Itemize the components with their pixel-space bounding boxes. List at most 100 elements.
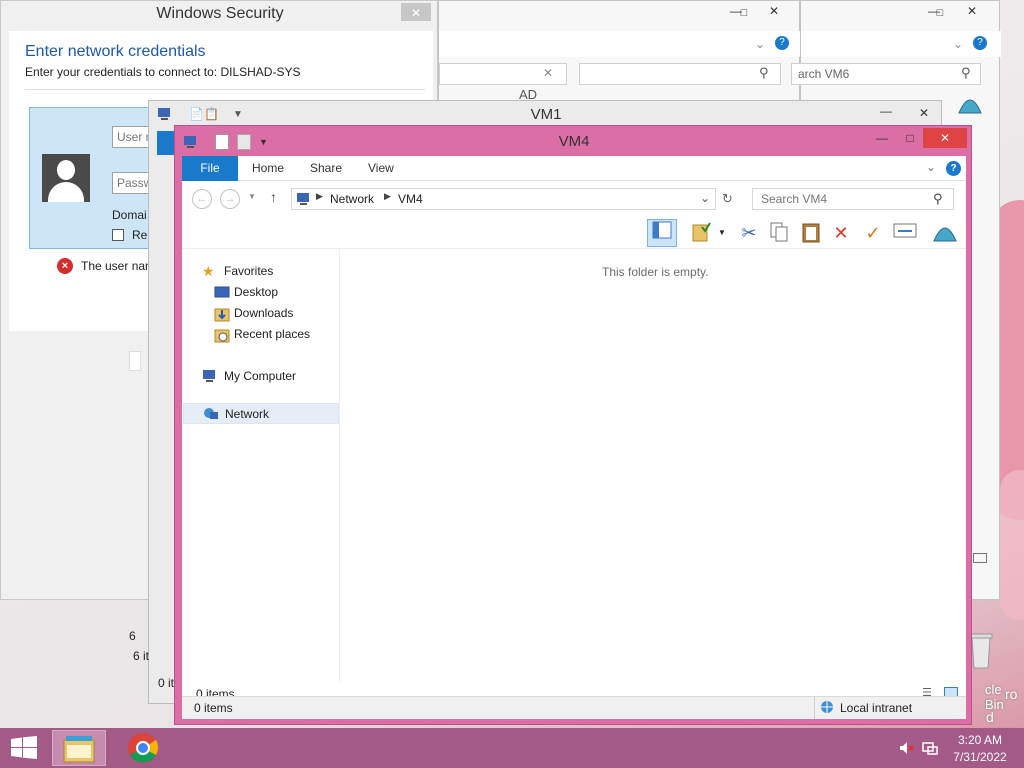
close-button[interactable]: ✕ (759, 1, 789, 21)
tab-home[interactable]: Home (252, 156, 284, 181)
nav-favorites-label: Favorites (224, 264, 274, 278)
search-input[interactable] (579, 63, 781, 85)
breadcrumb-vm4[interactable]: VM4 (398, 192, 423, 206)
chevron-down-icon[interactable]: ⌄ (953, 37, 963, 51)
help-icon[interactable]: ? (775, 36, 789, 50)
volume-muted-icon[interactable] (898, 740, 914, 756)
search-placeholder: Search VM4 (761, 192, 828, 206)
ribbon (801, 31, 1001, 57)
downloads-icon (214, 306, 230, 322)
desktop-icon (214, 285, 230, 299)
windows-start-icon[interactable] (10, 736, 38, 760)
nav-network[interactable]: Network (183, 403, 339, 424)
globe-icon (820, 700, 834, 714)
breadcrumb-network[interactable]: Network (330, 192, 374, 206)
credentials-heading: Enter network credentials (25, 43, 206, 60)
close-button[interactable]: ✕ (401, 3, 431, 21)
search-input[interactable]: Search VM4 ⚲ (752, 188, 954, 210)
file-explorer-taskbar-button[interactable] (52, 730, 106, 766)
maximize-icon[interactable]: □ (925, 3, 955, 23)
security-zone: Local intranet (840, 701, 913, 715)
network-tray-icon[interactable] (922, 740, 938, 756)
nav-computer-label: My Computer (224, 369, 297, 383)
clock-time[interactable]: 3:20 AM (950, 733, 1010, 747)
minimize-button[interactable]: — (867, 128, 897, 148)
refresh-icon[interactable]: ✕ (543, 66, 553, 80)
dropdown-arrow-icon[interactable]: ▼ (718, 228, 726, 237)
nav-recent-label: Recent places (234, 327, 311, 341)
shell-icon[interactable] (932, 221, 958, 245)
dialog-title: Windows Security (156, 5, 284, 22)
file-tab-partial[interactable] (157, 131, 175, 155)
help-icon[interactable]: ? (973, 36, 987, 50)
outer-status-bar: 0 items Local intranet (182, 696, 966, 719)
clock-date[interactable]: 7/31/2022 (950, 750, 1010, 764)
divider (25, 89, 425, 90)
breadcrumb-separator-icon[interactable]: ▶ (384, 191, 391, 202)
user-avatar-icon (42, 154, 90, 202)
error-icon: × (57, 258, 73, 274)
address-dropdown-icon[interactable]: ⌄ (700, 191, 710, 205)
properties-card-icon[interactable] (892, 221, 918, 245)
copy-icon[interactable] (766, 221, 792, 245)
cut-icon[interactable]: ✂ (736, 221, 762, 245)
view-details-icon[interactable] (973, 553, 987, 563)
recent-places-icon (214, 327, 230, 343)
tab-share[interactable]: Share (310, 156, 342, 181)
minimize-button[interactable]: — (871, 101, 901, 121)
desktop-wallpaper-accent-2 (1000, 470, 1024, 620)
back-arrow-icon[interactable]: ← (192, 189, 212, 209)
computer-icon (157, 107, 173, 121)
tab-file[interactable]: File (182, 156, 238, 181)
breadcrumb-separator-icon[interactable]: ▶ (316, 191, 323, 202)
empty-folder-message: This folder is empty. (602, 265, 709, 279)
scroll-box (129, 351, 141, 371)
nav-downloads-label: Downloads (234, 306, 294, 320)
search-input[interactable]: arch VM6 (791, 63, 981, 85)
address-bar[interactable]: ▶ Network ▶ VM4 ⌄ (291, 188, 716, 210)
forward-arrow-icon[interactable]: → (220, 189, 240, 209)
recent-locations-icon[interactable]: ▼ (248, 192, 256, 201)
chrome-taskbar-button[interactable] (116, 730, 170, 766)
folder-options-icon[interactable] (688, 221, 714, 245)
window-title: VM4 (558, 133, 590, 150)
search-placeholder: arch VM6 (798, 67, 850, 81)
refresh-icon[interactable]: ↻ (722, 191, 733, 207)
status-item-count: 0 items (194, 701, 233, 715)
search-icon: ⚲ (961, 65, 971, 80)
credentials-subtitle: Enter your credentials to connect to: DI… (25, 65, 301, 79)
shell-icon[interactable] (957, 93, 985, 117)
network-icon (203, 407, 219, 421)
nav-network-label: Network (225, 407, 270, 421)
computer-icon (202, 369, 218, 383)
ribbon-tabs: File Home Share View ⌄ ? (182, 156, 966, 181)
window-title: VM1 (530, 106, 562, 123)
rename-checkmark-icon[interactable]: ✓ (860, 221, 886, 245)
quick-access-icons[interactable]: 📄📋 (189, 107, 219, 121)
edition-text: ro (1005, 686, 1018, 702)
close-button[interactable]: ✕ (923, 128, 967, 148)
preview-pane-icon[interactable] (647, 219, 677, 247)
search-icon[interactable]: ⚲ (933, 191, 943, 207)
close-button[interactable]: ✕ (909, 103, 939, 123)
paste-icon[interactable] (798, 221, 824, 245)
vm4-explorer-window[interactable]: ▼ VM4 — □ ✕ File Home Share View ⌄ ? ← →… (174, 125, 972, 725)
remember-checkbox[interactable] (112, 229, 124, 241)
help-icon[interactable]: ? (946, 161, 961, 176)
domain-label: Domai (112, 208, 147, 222)
expand-ribbon-icon[interactable]: ⌄ (926, 160, 936, 174)
error-message: The user nam (81, 259, 156, 273)
up-arrow-icon[interactable]: ↑ (270, 189, 277, 205)
taskbar: 3:20 AM 7/31/2022 (0, 728, 1024, 768)
command-toolbar: ▼ ✂ ✕ ✓ (182, 217, 966, 249)
chevron-down-icon[interactable]: ▼ (233, 109, 243, 120)
tab-view[interactable]: View (368, 156, 394, 181)
close-button[interactable]: ✕ (957, 1, 987, 21)
ribbon (439, 31, 801, 57)
chevron-down-icon[interactable]: ⌄ (755, 37, 765, 51)
maximize-icon[interactable]: □ (729, 3, 759, 23)
computer-icon (296, 192, 312, 206)
explorer-body: File Home Share View ⌄ ? ← → ▼ ↑ ▶ Netwo… (182, 156, 966, 719)
delete-icon[interactable]: ✕ (828, 221, 854, 245)
maximize-button[interactable]: □ (895, 128, 925, 148)
